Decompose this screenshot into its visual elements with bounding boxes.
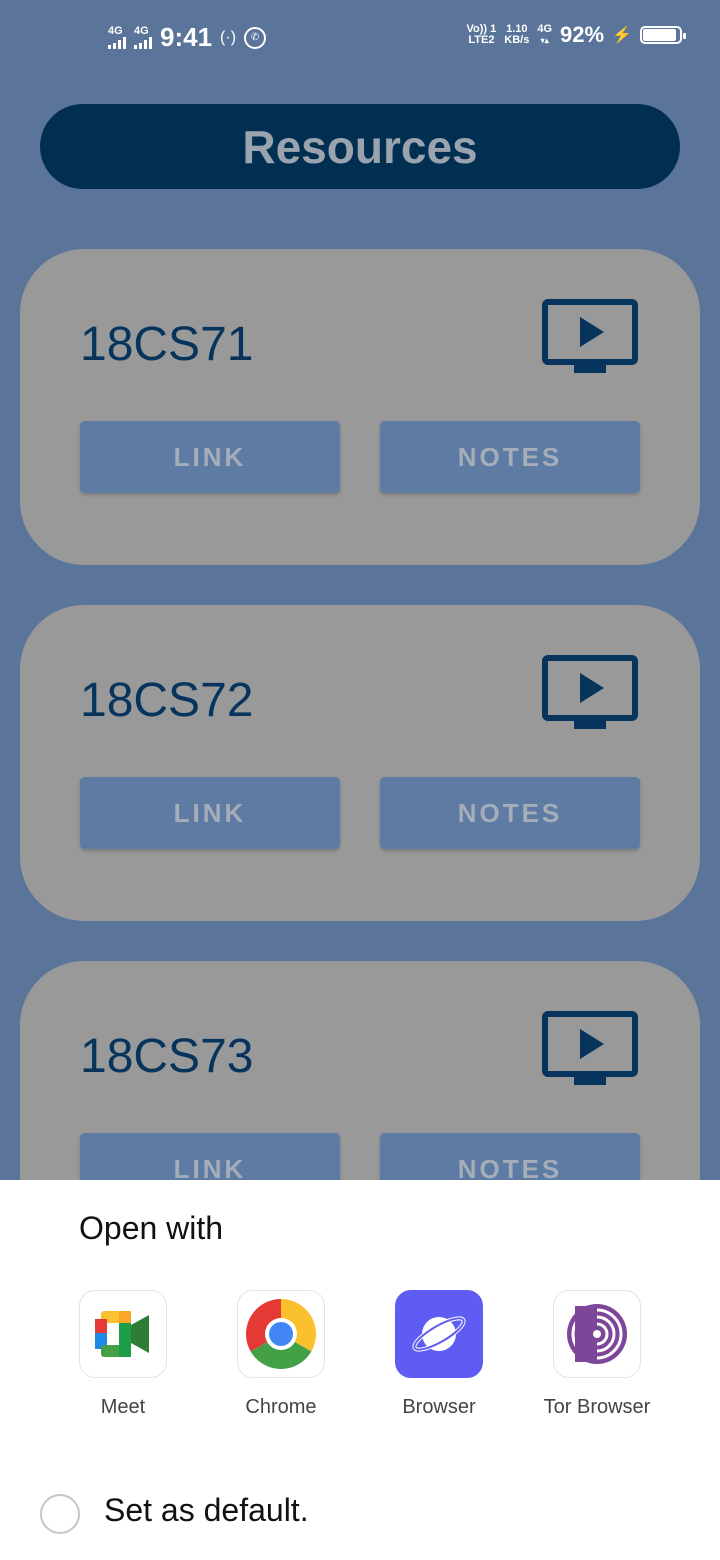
app-option-tor-browser[interactable]: Tor Browser [527, 1290, 667, 1419]
page-title: Resources [242, 120, 478, 173]
app-label: Browser [402, 1396, 476, 1418]
sim2-signal-icon: 4G [134, 26, 152, 49]
charging-icon: ⚡ [612, 27, 632, 44]
sim1-signal-icon: 4G [108, 26, 126, 49]
status-bar: 4G 4G 9:41 (·) ✆ Vo)) 1 LTE2 1.10 KB/s 4… [0, 0, 720, 78]
video-icon[interactable] [542, 1011, 638, 1089]
app-option-chrome[interactable]: Chrome [211, 1290, 351, 1419]
hotspot-icon: (·) [220, 28, 237, 46]
meet-icon [79, 1290, 167, 1378]
whatsapp-icon: ✆ [244, 26, 267, 49]
course-card: 18CS71 LINK NOTES [20, 249, 700, 565]
set-default-label[interactable]: Set as default. [104, 1492, 309, 1529]
app-label: Chrome [245, 1396, 317, 1418]
battery-icon [640, 26, 686, 44]
volte-indicator: Vo)) 1 LTE2 [466, 23, 497, 46]
chrome-icon [237, 1290, 325, 1378]
app-label: Tor Browser [543, 1396, 651, 1418]
set-default-radio[interactable] [40, 1494, 80, 1534]
notes-button[interactable]: NOTES [380, 777, 640, 849]
notes-button[interactable]: NOTES [380, 421, 640, 493]
course-code: 18CS73 [80, 1030, 254, 1083]
course-card: 18CS72 LINK NOTES [20, 605, 700, 921]
sheet-title: Open with [79, 1210, 224, 1246]
open-with-sheet: Open with Meet Chrome Browser Tor Browse… [0, 1180, 720, 1560]
tor-browser-icon [553, 1290, 641, 1378]
page-header: Resources [40, 104, 680, 189]
app-option-meet[interactable]: Meet [53, 1290, 193, 1419]
course-code: 18CS71 [80, 318, 254, 371]
video-icon[interactable] [542, 299, 638, 377]
network-speed: 1.10 KB/s [504, 23, 530, 46]
battery-percentage: 92% [560, 22, 605, 47]
course-code: 18CS72 [80, 674, 254, 727]
network-type-icon: 4G ▾▴ [537, 23, 553, 46]
video-icon[interactable] [542, 655, 638, 733]
app-label: Meet [100, 1396, 146, 1418]
clock: 9:41 [160, 22, 213, 52]
browser-icon [395, 1290, 483, 1378]
link-button[interactable]: LINK [80, 421, 340, 493]
app-option-browser[interactable]: Browser [369, 1290, 509, 1419]
link-button[interactable]: LINK [80, 777, 340, 849]
